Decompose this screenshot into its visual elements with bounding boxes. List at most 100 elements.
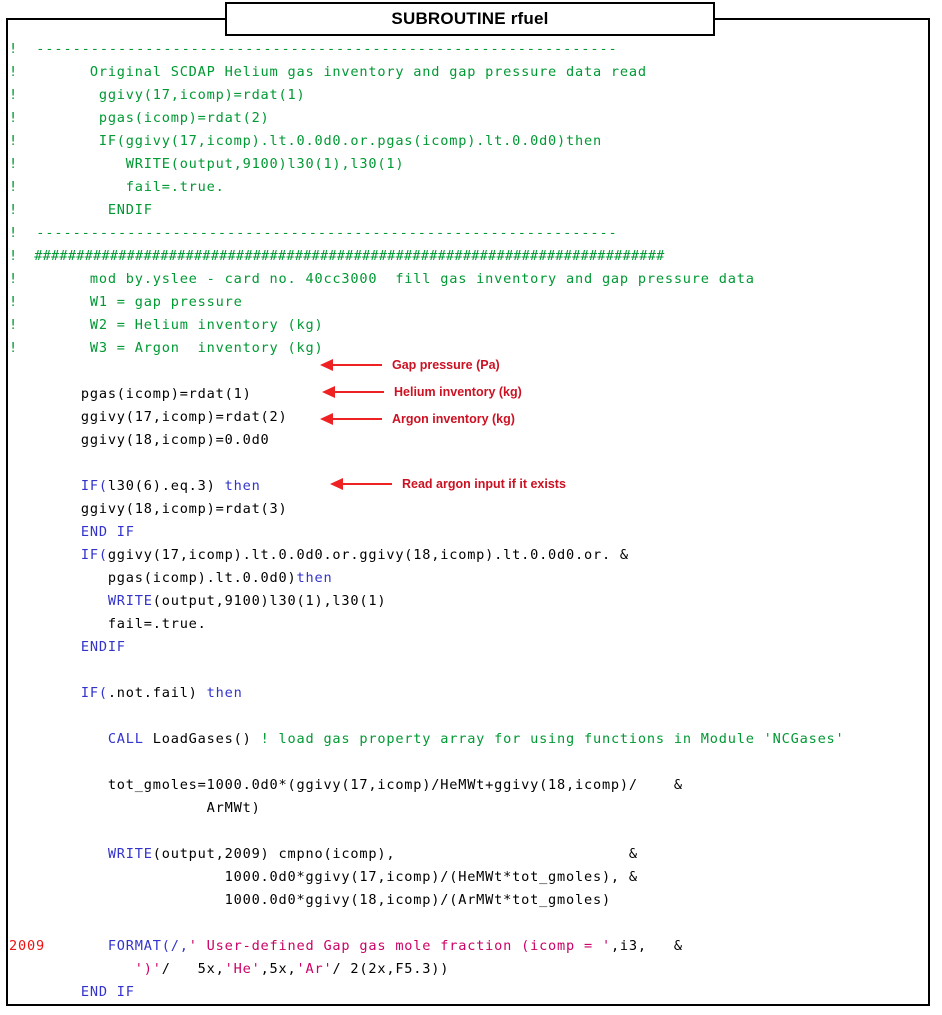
code-span: (output,9100)l30(1),l30(1) (152, 593, 387, 609)
code-line: pgas(icomp)=rdat(1) (9, 383, 927, 406)
code-line: 1000.0d0*ggivy(17,icomp)/(HeMWt*tot_gmol… (9, 866, 927, 889)
code-line: ! --------------------------------------… (9, 38, 927, 61)
code-span: IF( (9, 478, 108, 494)
code-span: LoadGases() (143, 731, 261, 747)
code-span: WRITE (9, 846, 153, 862)
code-span: ! W2 = Helium inventory (kg) (9, 317, 324, 333)
code-line: 2009 FORMAT(/,' User-defined Gap gas mol… (9, 935, 927, 958)
code-span: 'He' (224, 961, 261, 977)
code-line: ! ######################################… (9, 245, 927, 268)
code-line: END IF (9, 981, 927, 1004)
code-span: END IF (9, 984, 135, 1000)
code-line: ENDIF (9, 636, 927, 659)
code-span: IF( (9, 547, 108, 563)
code-span: ! mod by.yslee - card no. 40cc3000 fill … (9, 271, 755, 287)
code-span: tot_gmoles=1000.0d0*(ggivy(17,icomp)/HeM… (9, 777, 683, 793)
code-span: pgas(icomp)=rdat(1) (9, 386, 252, 402)
code-line: ! Original SCDAP Helium gas inventory an… (9, 61, 927, 84)
page-title: SUBROUTINE rfuel (391, 9, 549, 28)
code-line: ! mod by.yslee - card no. 40cc3000 fill … (9, 268, 927, 291)
code-line: ggivy(18,icomp)=rdat(3) (9, 498, 927, 521)
code-span: ! ######################################… (9, 248, 665, 264)
code-line: ! IF(ggivy(17,icomp).lt.0.0d0.or.pgas(ic… (9, 130, 927, 153)
code-span: ! ENDIF (9, 202, 153, 218)
code-span (9, 915, 18, 931)
code-span: then (215, 478, 261, 494)
code-line: ! W3 = Argon inventory (kg) (9, 337, 927, 360)
code-span: ! load gas property array for using func… (260, 731, 845, 747)
code-line: fail=.true. (9, 613, 927, 636)
code-span: .not.fail) (107, 685, 198, 701)
code-line: WRITE(output,2009) cmpno(icomp), & (9, 843, 927, 866)
code-span: 'Ar' (296, 961, 333, 977)
code-listing: ! --------------------------------------… (9, 38, 927, 1004)
code-span (9, 754, 18, 770)
code-line: ArMWt) (9, 797, 927, 820)
code-span (9, 363, 18, 379)
code-span (9, 662, 18, 678)
code-span (9, 823, 18, 839)
code-span: / 5x, (161, 961, 225, 977)
code-span: ENDIF (9, 639, 126, 655)
code-line: ! fail=.true. (9, 176, 927, 199)
code-span: 2009 (9, 938, 45, 954)
code-span: FORMAT(/, (44, 938, 189, 954)
code-span: ! pgas(icomp)=rdat(2) (9, 110, 270, 126)
code-line: ! ENDIF (9, 199, 927, 222)
code-span: ,5x, (260, 961, 297, 977)
code-span: ggivy(17,icomp).lt.0.0d0.or.ggivy(18,ico… (107, 547, 629, 563)
code-line: ! pgas(icomp)=rdat(2) (9, 107, 927, 130)
code-span: ArMWt) (9, 800, 261, 816)
code-span (9, 708, 18, 724)
code-line: 1000.0d0*ggivy(18,icomp)/(ArMWt*tot_gmol… (9, 889, 927, 912)
code-span: l30(6).eq.3) (107, 478, 216, 494)
code-line: pgas(icomp).lt.0.0d0)then (9, 567, 927, 590)
code-span: ! IF(ggivy(17,icomp).lt.0.0d0.or.pgas(ic… (9, 133, 602, 149)
code-line (9, 452, 927, 475)
code-span: ! Original SCDAP Helium gas inventory an… (9, 64, 647, 80)
code-span: END IF (9, 524, 135, 540)
code-span: ! W3 = Argon inventory (kg) (9, 340, 324, 356)
code-line: ! ggivy(17,icomp)=rdat(1) (9, 84, 927, 107)
code-line: END IF (9, 521, 927, 544)
code-line: ! WRITE(output,9100)l30(1),l30(1) (9, 153, 927, 176)
code-line (9, 360, 927, 383)
code-line: ')'/ 5x,'He',5x,'Ar'/ 2(2x,F5.3)) (9, 958, 927, 981)
code-span: fail=.true. (9, 616, 207, 632)
code-span (9, 1007, 18, 1015)
code-span: ! --------------------------------------… (9, 41, 618, 57)
code-span: then (197, 685, 243, 701)
code-line: IF(l30(6).eq.3) then (9, 475, 927, 498)
code-span: ggivy(18,icomp)=rdat(3) (9, 501, 288, 517)
code-span: 1000.0d0*ggivy(17,icomp)/(HeMWt*tot_gmol… (9, 869, 638, 885)
code-line (9, 751, 927, 774)
code-span: ggivy(17,icomp)=rdat(2) (9, 409, 288, 425)
code-line (9, 705, 927, 728)
title-plate: SUBROUTINE rfuel (225, 2, 715, 36)
code-span (9, 455, 18, 471)
code-span: IF( (9, 685, 108, 701)
code-span: ! fail=.true. (9, 179, 225, 195)
code-span: pgas(icomp).lt.0.0d0) (9, 570, 297, 586)
code-line: ggivy(18,icomp)=0.0d0 (9, 429, 927, 452)
code-line: ! W1 = gap pressure (9, 291, 927, 314)
code-line: ! W2 = Helium inventory (kg) (9, 314, 927, 337)
code-line (9, 820, 927, 843)
code-line: IF(ggivy(17,icomp).lt.0.0d0.or.ggivy(18,… (9, 544, 927, 567)
code-span: 1000.0d0*ggivy(18,icomp)/(ArMWt*tot_gmol… (9, 892, 611, 908)
code-span: ')' (9, 961, 162, 977)
screenshot-root: SUBROUTINE rfuel ! ---------------------… (0, 0, 942, 1015)
code-span: / 2(2x,F5.3)) (332, 961, 450, 977)
code-span: CALL (9, 731, 144, 747)
code-line: tot_gmoles=1000.0d0*(ggivy(17,icomp)/HeM… (9, 774, 927, 797)
code-span: ! WRITE(output,9100)l30(1),l30(1) (9, 156, 405, 172)
code-span: (output,2009) cmpno(icomp), & (152, 846, 638, 862)
code-span: ! W1 = gap pressure (9, 294, 243, 310)
code-line (9, 912, 927, 935)
code-line: WRITE(output,9100)l30(1),l30(1) (9, 590, 927, 613)
code-span: ,i3, & (610, 938, 683, 954)
code-line (9, 1004, 927, 1015)
code-line: ! --------------------------------------… (9, 222, 927, 245)
code-span: ! ggivy(17,icomp)=rdat(1) (9, 87, 306, 103)
code-span: then (296, 570, 333, 586)
